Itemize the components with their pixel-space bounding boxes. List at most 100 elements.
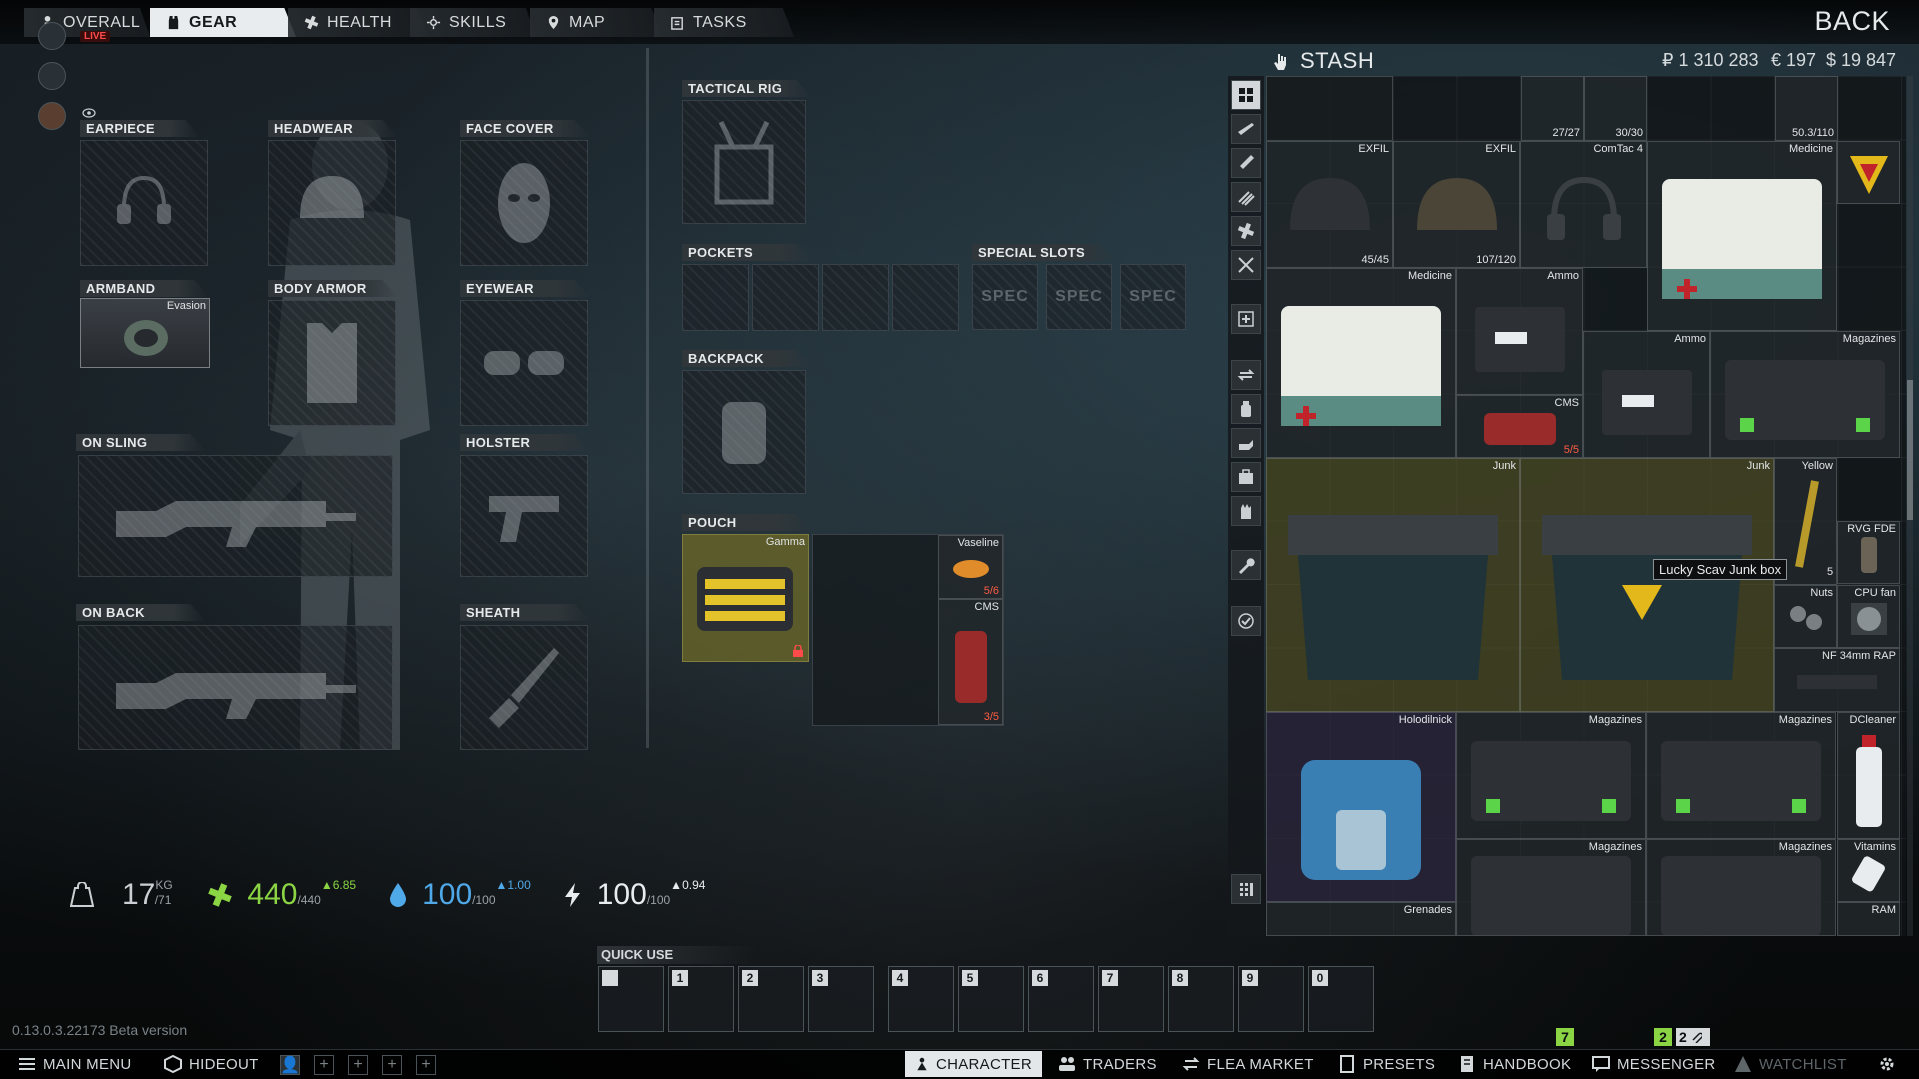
- quick-use-slot-10[interactable]: 0: [1308, 966, 1374, 1032]
- stash-item-magazine-2[interactable]: 30/30: [1584, 76, 1647, 141]
- filter-medical-button[interactable]: [1231, 216, 1261, 246]
- stash-item-magazine-case-1[interactable]: Magazines: [1710, 331, 1900, 458]
- tab-health[interactable]: HEALTH: [288, 8, 428, 37]
- filter-melee-button[interactable]: [1231, 250, 1261, 280]
- player-avatar[interactable]: [38, 22, 66, 50]
- filter-ammo-button[interactable]: [1231, 182, 1261, 212]
- eye-icon[interactable]: [82, 108, 96, 118]
- stash-item-nf-scope[interactable]: NF 34mm RAP: [1774, 648, 1900, 712]
- stash-item-medicine-case-2[interactable]: Medicine: [1266, 268, 1456, 458]
- stash-item-magazine-case-3[interactable]: Magazines: [1646, 712, 1836, 839]
- pouch-vaseline[interactable]: Vaseline 5/6: [938, 535, 1003, 599]
- filter-keys-button[interactable]: [1231, 428, 1261, 458]
- headwear-slot[interactable]: [268, 140, 396, 266]
- pouch-cms[interactable]: CMS 3/5: [938, 599, 1003, 725]
- face-cover-slot[interactable]: [460, 140, 588, 266]
- quick-use-slot-1[interactable]: 1: [668, 966, 734, 1032]
- party-member-icon[interactable]: 👤: [280, 1055, 300, 1075]
- traders-button[interactable]: TRADERS: [1058, 1051, 1157, 1077]
- on-sling-slot[interactable]: [78, 455, 393, 577]
- tab-gear[interactable]: GEAR: [150, 8, 296, 37]
- settings-button[interactable]: [1878, 1051, 1896, 1077]
- body-armor-slot[interactable]: [268, 300, 396, 426]
- invite-slot-2[interactable]: +: [348, 1055, 368, 1075]
- eyewear-slot[interactable]: [460, 300, 588, 426]
- stash-item-medicine-case-1[interactable]: Medicine: [1647, 141, 1837, 331]
- stash-item-magazine-case-2[interactable]: Magazines: [1456, 712, 1646, 839]
- stash-item-ram[interactable]: RAM: [1837, 902, 1900, 936]
- stash-item-magazine-case-5[interactable]: Magazines: [1646, 839, 1836, 936]
- invite-slot-4[interactable]: +: [416, 1055, 436, 1075]
- quick-use-slot-0[interactable]: [598, 966, 664, 1032]
- quick-use-slot-3[interactable]: 3: [808, 966, 874, 1032]
- stash-item-rvg-fde[interactable]: RVG FDE: [1837, 521, 1900, 584]
- quick-use-slot-2[interactable]: 2: [738, 966, 804, 1032]
- special-slot-3[interactable]: SPEC: [1120, 264, 1186, 330]
- quick-use-slot-4[interactable]: 4: [888, 966, 954, 1032]
- pmc-icon[interactable]: [38, 62, 66, 90]
- back-button[interactable]: BACK: [1710, 6, 1890, 38]
- pocket-slot-1[interactable]: [682, 264, 749, 331]
- messenger-button[interactable]: MESSENGER: [1592, 1051, 1716, 1077]
- stash-item-weapon-part[interactable]: [1266, 76, 1393, 141]
- stash-item-exfil-helmet-1[interactable]: EXFIL 45/45: [1266, 141, 1393, 268]
- stash-item-comtac[interactable]: ComTac 4: [1520, 141, 1647, 268]
- character-button[interactable]: CHARACTER: [905, 1051, 1042, 1077]
- special-slot-1[interactable]: SPEC: [972, 264, 1038, 330]
- tab-skills[interactable]: SKILLS: [410, 8, 536, 37]
- filter-mods-button[interactable]: [1231, 304, 1261, 334]
- pouch-item-gamma[interactable]: Gamma: [682, 534, 809, 662]
- filter-quest-button[interactable]: [1231, 606, 1261, 636]
- stash-item-cms-kit[interactable]: CMS 5/5: [1456, 395, 1583, 458]
- invite-slot-1[interactable]: +: [314, 1055, 334, 1075]
- tab-tasks[interactable]: TASKS: [654, 8, 794, 37]
- watchlist-button[interactable]: WATCHLIST: [1734, 1051, 1847, 1077]
- flea-market-button[interactable]: FLEA MARKET: [1182, 1051, 1314, 1077]
- main-menu-button[interactable]: MAIN MENU: [18, 1051, 132, 1077]
- stash-item-exfil-helmet-2[interactable]: EXFIL 107/120: [1393, 141, 1520, 268]
- backpack-slot[interactable]: [682, 370, 806, 494]
- tactical-rig-slot[interactable]: [682, 100, 806, 224]
- invite-slot-3[interactable]: +: [382, 1055, 402, 1075]
- stash-item-lucky-badge[interactable]: [1837, 141, 1900, 204]
- stash-item-dcleaner[interactable]: DCleaner: [1837, 712, 1900, 839]
- stash-item-magazine-1[interactable]: 27/27: [1521, 76, 1584, 141]
- stash-scroll-thumb[interactable]: [1907, 380, 1913, 520]
- presets-button[interactable]: PRESETS: [1338, 1051, 1435, 1077]
- filter-provisions-button[interactable]: [1231, 394, 1261, 424]
- filter-tools-button[interactable]: [1231, 550, 1261, 580]
- sheath-slot[interactable]: [460, 625, 588, 750]
- holster-slot[interactable]: [460, 455, 588, 577]
- stash-item-vitamins[interactable]: Vitamins: [1837, 839, 1900, 902]
- filter-clothing-button[interactable]: [1231, 496, 1261, 526]
- stash-item-nuts[interactable]: Nuts: [1774, 585, 1837, 648]
- quick-use-slot-8[interactable]: 8: [1168, 966, 1234, 1032]
- filter-containers-button[interactable]: [1231, 462, 1261, 492]
- filter-barter-button[interactable]: [1231, 360, 1261, 390]
- pocket-slot-2[interactable]: [752, 264, 819, 331]
- special-slot-2[interactable]: SPEC: [1046, 264, 1112, 330]
- hideout-button[interactable]: HIDEOUT: [164, 1051, 259, 1077]
- stash-item-ammo-case-1[interactable]: Ammo: [1456, 268, 1583, 395]
- quick-use-slot-7[interactable]: 7: [1098, 966, 1164, 1032]
- stash-item-ammo-case-2[interactable]: Ammo: [1583, 331, 1710, 458]
- on-back-slot[interactable]: [78, 625, 393, 750]
- filter-all-button[interactable]: [1231, 80, 1261, 110]
- stash-item-junk-box-1[interactable]: Junk: [1266, 458, 1520, 712]
- stash-item-holodilnick[interactable]: Holodilnick: [1266, 712, 1456, 902]
- pocket-slot-4[interactable]: [892, 264, 959, 331]
- tab-map[interactable]: MAP: [530, 8, 662, 37]
- sort-button[interactable]: [1231, 874, 1261, 904]
- stash-item-cpu-fan[interactable]: CPU fan: [1837, 585, 1900, 648]
- stash-item-magazine-3[interactable]: 50.3/110: [1775, 76, 1838, 141]
- quick-use-slot-9[interactable]: 9: [1238, 966, 1304, 1032]
- stash-item-grenade-case[interactable]: Grenades: [1266, 902, 1456, 936]
- stash-item-junk-box-2[interactable]: Junk: [1520, 458, 1774, 712]
- quick-use-slot-5[interactable]: 5: [958, 966, 1024, 1032]
- pocket-slot-3[interactable]: [822, 264, 889, 331]
- earpiece-slot[interactable]: [80, 140, 208, 266]
- filter-weapons-button[interactable]: [1231, 114, 1261, 144]
- pet-avatar[interactable]: [38, 102, 66, 130]
- armband-item[interactable]: Evasion: [80, 298, 210, 368]
- handbook-button[interactable]: HANDBOOK: [1458, 1051, 1571, 1077]
